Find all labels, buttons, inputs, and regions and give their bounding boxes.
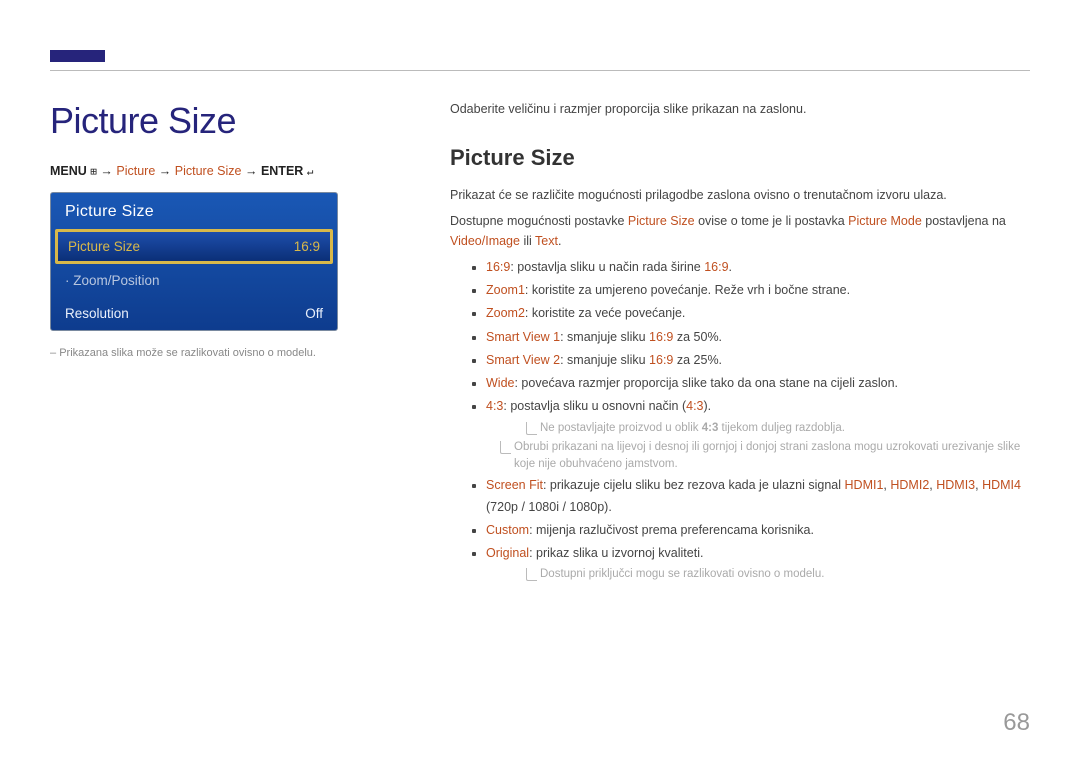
- breadcrumb-sep: →: [100, 164, 116, 178]
- list-item: Wide: povećava razmjer proporcija slike …: [472, 373, 1030, 394]
- bullet-list: 16:9: postavlja sliku u način rada širin…: [472, 257, 1030, 584]
- section-tab-mark: [50, 50, 105, 62]
- list-item: Original: prikaz slika u izvornoj kvalit…: [472, 543, 1030, 584]
- list-item: 4:3: postavlja sliku u osnovni način (4:…: [472, 396, 1030, 473]
- menu-icon: ⊞: [90, 165, 97, 178]
- breadcrumb-sep: →: [245, 164, 261, 178]
- sub-note: Dostupni priključci mogu se razlikovati …: [526, 566, 1030, 583]
- page-number: 68: [1003, 709, 1030, 737]
- section-title: Picture Size: [450, 145, 1030, 171]
- osd-row-value: 16:9: [294, 239, 320, 254]
- breadcrumb-picture-size: Picture Size: [175, 164, 242, 178]
- right-column: Odaberite veličinu i razmjer proporcija …: [410, 100, 1030, 586]
- breadcrumb-menu: MENU: [50, 164, 87, 178]
- osd-row-label: Resolution: [65, 306, 129, 321]
- osd-row-value: Off: [305, 306, 323, 321]
- list-item: Smart View 1: smanjuje sliku 16:9 za 50%…: [472, 327, 1030, 348]
- osd-title: Picture Size: [51, 193, 337, 229]
- paragraph: Dostupne mogućnosti postavke Picture Siz…: [450, 211, 1030, 251]
- osd-row-picture-size[interactable]: Picture Size 16:9: [55, 229, 333, 264]
- breadcrumb: MENU ⊞ → Picture → Picture Size → ENTER …: [50, 164, 410, 178]
- horizontal-rule: [50, 70, 1030, 71]
- enter-icon: ↵: [307, 165, 314, 178]
- osd-panel: Picture Size Picture Size 16:9 · Zoom/Po…: [50, 192, 338, 331]
- left-footnote: Prikazana slika može se razlikovati ovis…: [50, 345, 410, 362]
- osd-row-resolution[interactable]: Resolution Off: [51, 297, 337, 330]
- breadcrumb-picture: Picture: [116, 164, 155, 178]
- list-item: 16:9: postavlja sliku u način rada širin…: [472, 257, 1030, 278]
- sub-note: Ne postavljajte proizvod u oblik 4:3 tij…: [526, 420, 1030, 437]
- list-item: Zoom2: koristite za veće povećanje.: [472, 303, 1030, 324]
- breadcrumb-sep: →: [159, 164, 175, 178]
- sub-note: Obrubi prikazani na lijevoj i desnoj ili…: [500, 439, 1030, 474]
- page-title: Picture Size: [50, 100, 410, 142]
- osd-row-label: · Zoom/Position: [65, 273, 160, 288]
- list-item: Zoom1: koristite za umjereno povećanje. …: [472, 280, 1030, 301]
- list-item: Screen Fit: prikazuje cijelu sliku bez r…: [472, 475, 1030, 518]
- osd-row-zoom-position[interactable]: · Zoom/Position: [51, 264, 337, 297]
- paragraph: Prikazat će se različite mogućnosti pril…: [450, 185, 1030, 205]
- list-item: Smart View 2: smanjuje sliku 16:9 za 25%…: [472, 350, 1030, 371]
- breadcrumb-enter: ENTER: [261, 164, 303, 178]
- left-column: Picture Size MENU ⊞ → Picture → Picture …: [50, 100, 410, 586]
- intro-text: Odaberite veličinu i razmjer proporcija …: [450, 100, 1030, 119]
- osd-row-label: Picture Size: [68, 239, 140, 254]
- list-item: Custom: mijenja razlučivost prema prefer…: [472, 520, 1030, 541]
